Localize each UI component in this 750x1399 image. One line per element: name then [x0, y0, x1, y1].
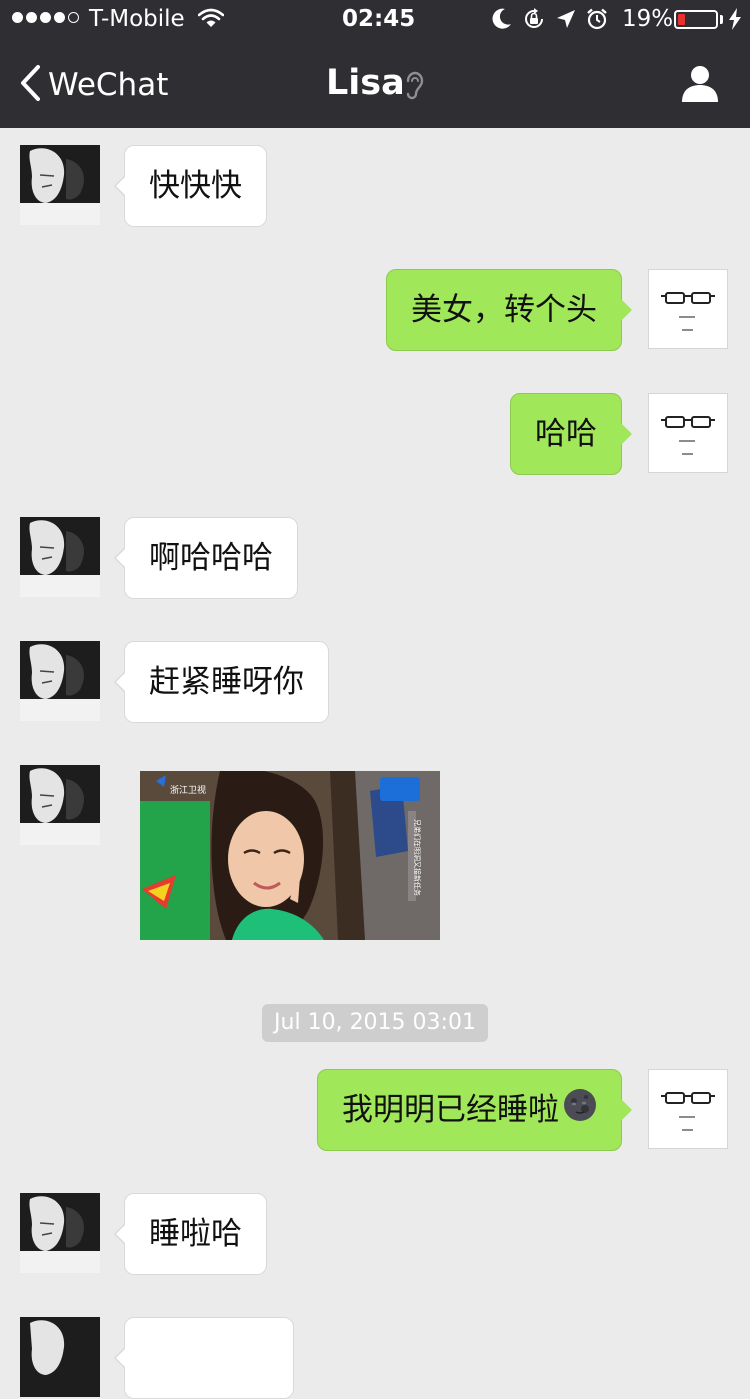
message-text: 啊哈哈哈 — [149, 540, 273, 576]
contact-avatar[interactable] — [20, 765, 100, 845]
ear-icon — [404, 70, 426, 104]
status-time: 02:45 — [342, 6, 416, 32]
sent-message-bubble[interactable]: 哈哈 — [510, 393, 632, 475]
charging-bolt-icon — [728, 8, 742, 36]
contact-avatar[interactable] — [20, 1193, 100, 1273]
received-message-bubble[interactable]: 啊哈哈哈 — [114, 517, 298, 599]
contact-avatar[interactable] — [20, 145, 100, 225]
signal-dot — [40, 12, 51, 23]
my-avatar[interactable] — [648, 393, 728, 473]
rotation-lock-icon — [522, 7, 546, 37]
message-text: 我明明已经睡啦 — [342, 1092, 559, 1128]
received-message-bubble[interactable]: 快快快 — [114, 145, 267, 227]
new-moon-face-emoji — [563, 1072, 597, 1152]
signal-dot — [54, 12, 65, 23]
battery-tip — [720, 15, 723, 24]
sent-message-bubble[interactable]: 美女，转个头 — [386, 269, 632, 351]
status-icons — [492, 7, 608, 37]
back-label: WeChat — [48, 67, 169, 103]
signal-dot-empty — [68, 12, 79, 23]
message-text: 睡啦哈 — [149, 1216, 242, 1252]
image-message[interactable]: 浙江卫视 兄弟们在明洞又接新任务 — [140, 771, 440, 940]
chevron-left-icon — [18, 64, 42, 106]
message-text: 赶紧睡呀你 — [149, 664, 304, 700]
timestamp-divider: Jul 10, 2015 03:01 — [262, 1004, 488, 1042]
image-overlay-text: 浙江卫视 — [170, 784, 206, 796]
my-avatar[interactable] — [648, 1069, 728, 1149]
message-text: 哈哈 — [535, 416, 597, 452]
signal-strength-icon — [12, 12, 79, 23]
battery-icon — [674, 10, 718, 29]
alarm-icon — [586, 8, 608, 36]
wifi-icon — [197, 8, 225, 34]
status-bar: T-Mobile 02:45 19% — [0, 0, 750, 40]
battery-fill — [678, 14, 685, 25]
sent-message-bubble[interactable]: 我明明已经睡啦 — [317, 1069, 632, 1152]
contact-avatar[interactable] — [20, 641, 100, 721]
moon-icon — [492, 8, 512, 36]
profile-icon[interactable] — [680, 64, 720, 108]
back-button[interactable]: WeChat — [18, 64, 168, 106]
contact-avatar[interactable] — [20, 1317, 100, 1397]
signal-dot — [26, 12, 37, 23]
battery-percentage: 19% — [622, 6, 674, 32]
image-overlay-text: 兄弟们在明洞又接新任务 — [413, 819, 422, 896]
received-message-bubble[interactable] — [114, 1317, 294, 1399]
received-message-bubble[interactable]: 赶紧睡呀你 — [114, 641, 329, 723]
chat-title: Lisa — [326, 63, 405, 103]
received-message-bubble[interactable]: 睡啦哈 — [114, 1193, 267, 1275]
carrier-label: T-Mobile — [89, 6, 185, 32]
message-text: 美女，转个头 — [411, 292, 597, 328]
location-arrow-icon — [556, 9, 576, 35]
my-avatar[interactable] — [648, 269, 728, 349]
message-text: 快快快 — [149, 168, 242, 204]
contact-avatar[interactable] — [20, 517, 100, 597]
signal-dot — [12, 12, 23, 23]
nav-header: T-Mobile 02:45 19% WeChat Lisa — [0, 0, 750, 128]
